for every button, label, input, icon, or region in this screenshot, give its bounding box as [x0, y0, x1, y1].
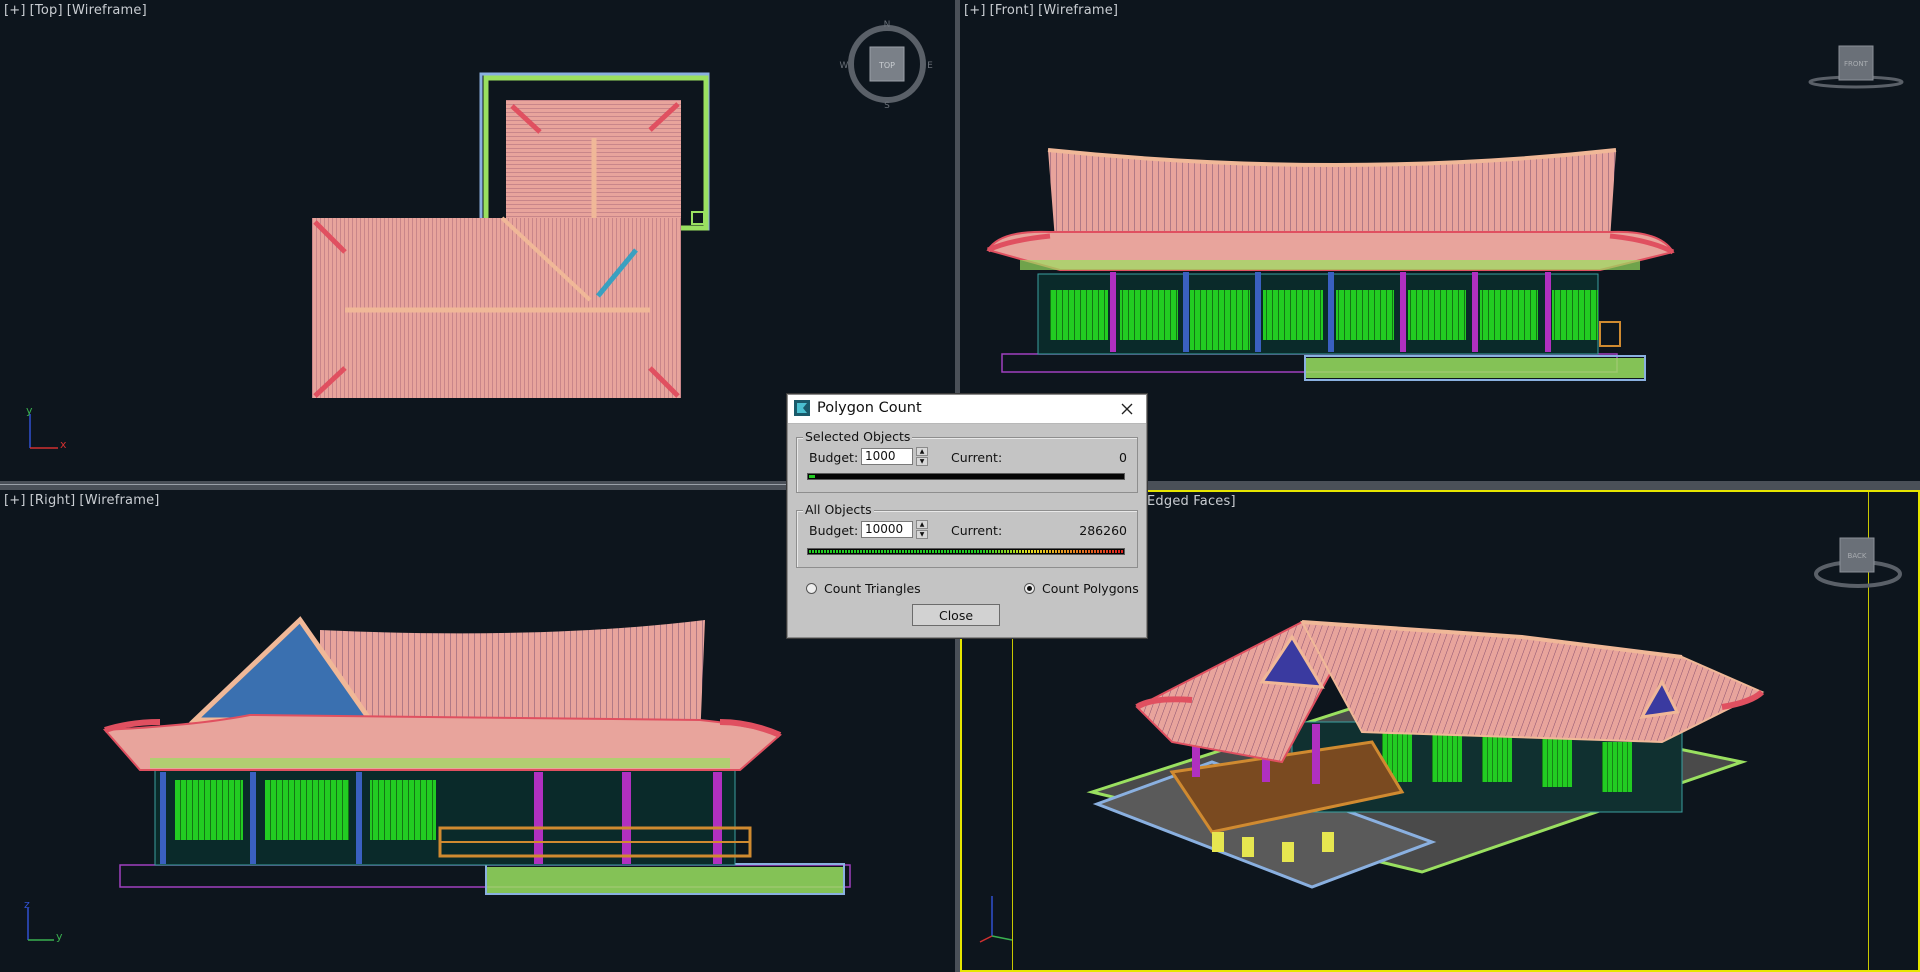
all-progress-bar: [807, 548, 1125, 555]
app-icon: [794, 400, 810, 416]
spinner-up-icon[interactable]: ▲: [916, 520, 928, 529]
count-triangles-option[interactable]: Count Triangles: [806, 581, 921, 596]
axis-z-label: z: [24, 898, 30, 911]
count-polygons-label: Count Polygons: [1042, 581, 1139, 596]
close-icon[interactable]: [1116, 398, 1138, 420]
axis-y-label: y: [56, 930, 63, 943]
spinner-down-icon[interactable]: ▼: [916, 457, 928, 466]
count-triangles-label: Count Triangles: [824, 581, 921, 596]
all-objects-group: All Objects Budget: 10000 ▲ ▼ Current: 2…: [796, 502, 1138, 568]
count-polygons-option[interactable]: Count Polygons: [1024, 581, 1139, 596]
group-title-selected: Selected Objects: [803, 429, 913, 444]
count-polygons-radio[interactable]: [1024, 583, 1035, 594]
selected-progress-bar: [807, 473, 1125, 480]
all-progress-fill: [809, 550, 1123, 553]
group-title-all: All Objects: [803, 502, 874, 517]
all-budget-input[interactable]: 10000: [861, 521, 913, 538]
selected-progress-fill: [809, 475, 815, 478]
axis-y-label: y: [26, 406, 33, 417]
selected-objects-group: Selected Objects Budget: 1000 ▲ ▼ Curren…: [796, 429, 1138, 493]
all-current-value: 286260: [1079, 523, 1127, 538]
axis-tripod-right: z y: [24, 898, 63, 943]
selected-budget-input[interactable]: 1000: [861, 448, 913, 465]
close-button[interactable]: Close: [912, 604, 1000, 626]
axis-tripod-top: y x: [26, 406, 67, 451]
budget-label: Budget:: [809, 450, 859, 465]
budget-label: Budget:: [809, 523, 859, 538]
spinner-down-icon[interactable]: ▼: [916, 530, 928, 539]
current-label: Current:: [951, 523, 1003, 538]
current-label: Current:: [951, 450, 1003, 465]
dialog-title-bar[interactable]: Polygon Count: [788, 395, 1146, 424]
count-triangles-radio[interactable]: [806, 583, 817, 594]
polygon-count-dialog: Polygon Count Selected Objects Budget: 1…: [787, 394, 1147, 638]
dialog-title: Polygon Count: [817, 400, 922, 416]
all-budget-spinner[interactable]: ▲ ▼: [916, 520, 928, 539]
axis-tripod-perspective: [979, 896, 1013, 943]
selected-current-value: 0: [1119, 450, 1127, 465]
selected-budget-spinner[interactable]: ▲ ▼: [916, 447, 928, 466]
spinner-up-icon[interactable]: ▲: [916, 447, 928, 456]
axis-x-label: x: [60, 438, 67, 451]
